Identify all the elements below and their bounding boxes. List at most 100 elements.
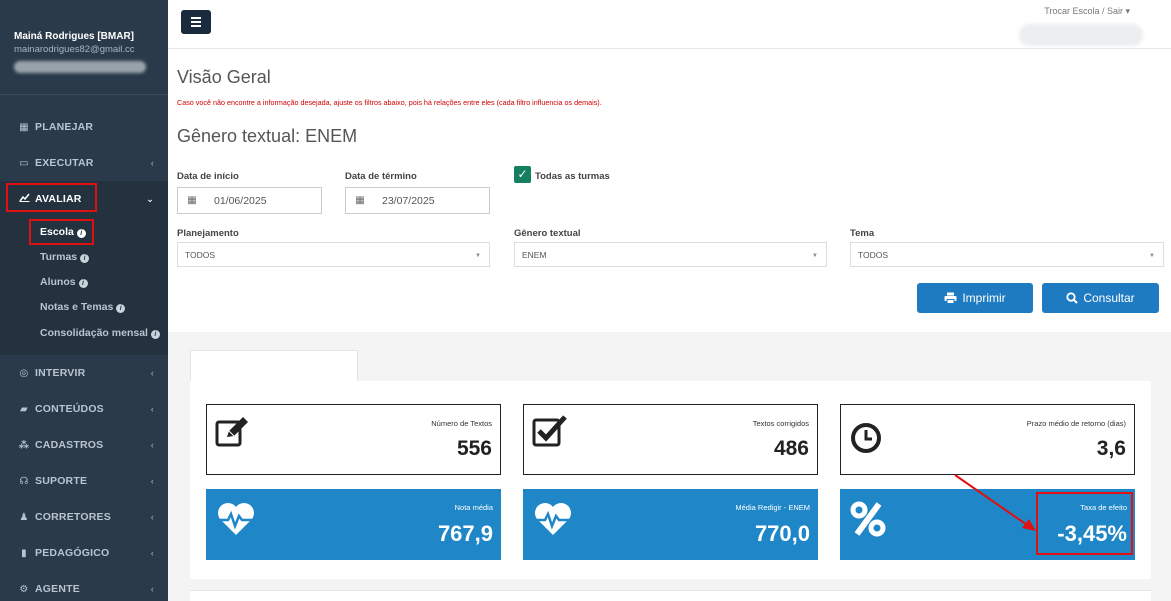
dashboard-tab[interactable]	[190, 350, 358, 382]
calendar-icon: ▦	[187, 195, 197, 206]
sub-turmas[interactable]: Turmas i	[40, 251, 90, 263]
consult-label: Consultar	[1083, 291, 1135, 305]
highlight-avaliar	[6, 183, 97, 212]
info-icon: i	[150, 330, 160, 339]
print-label: Imprimir	[962, 291, 1006, 305]
page-subtitle: Gênero textual: ENEM	[177, 126, 358, 146]
filter-warning: Caso você não encontre a informação dese…	[177, 98, 602, 107]
card-nota-media-label: Nota média	[454, 503, 493, 512]
calendar-icon: ▦	[355, 195, 365, 206]
sub-turmas-label: Turmas	[40, 251, 78, 263]
nav-corretores-label: CORRETORES	[35, 511, 111, 523]
nav-planejar[interactable]: ▦ PLANEJAR	[0, 109, 168, 145]
nav-cadastros[interactable]: ⁂ CADASTROS ‹	[0, 427, 168, 463]
chevron-down-icon: ⌄	[146, 193, 154, 204]
switch-school-link[interactable]: Trocar Escola / Sair ▾	[1044, 6, 1130, 17]
bottom-panel	[190, 590, 1151, 601]
info-icon: i	[116, 304, 126, 313]
card-prazo-medio: Prazo médio de retorno (dias) 3,6	[840, 404, 1135, 475]
caret-down-icon: ▼	[475, 253, 481, 259]
chevron-left-icon: ‹	[150, 584, 154, 594]
end-date-value: 23/07/2025	[382, 194, 435, 207]
redacted-info	[1019, 24, 1143, 46]
nav-executar[interactable]: ▭ EXECUTAR ‹	[0, 145, 168, 181]
nav-intervir-label: INTERVIR	[35, 367, 86, 379]
card-prazo-medio-label: Prazo médio de retorno (dias)	[1026, 419, 1126, 428]
gears-icon: ⚙	[19, 583, 29, 595]
planejamento-select[interactable]: TODOS ▼	[177, 242, 490, 267]
chevron-left-icon: ‹	[150, 440, 154, 450]
start-date-input[interactable]: ▦ 01/06/2025	[177, 187, 322, 214]
nav-conteudos[interactable]: ▰ CONTEÚDOS ‹	[0, 391, 168, 427]
card-media-redigir-value: 770,0	[754, 521, 810, 546]
all-classes-label: Todas as turmas	[535, 171, 610, 182]
card-numero-textos-value: 556	[456, 437, 492, 460]
card-textos-corrigidos-label: Textos corrigidos	[752, 419, 809, 428]
search-icon	[1066, 292, 1079, 304]
end-date-label: Data de término	[345, 171, 417, 182]
chevron-left-icon: ‹	[150, 404, 154, 414]
caret-down-icon: ▼	[1149, 253, 1155, 259]
heartbeat-icon	[218, 503, 254, 535]
planejamento-value: TODOS	[185, 250, 216, 260]
sidebar: Mainá Rodrigues [BMAR] mainarodrigues82@…	[0, 0, 168, 601]
start-date-label: Data de início	[177, 171, 239, 182]
highlight-escola	[29, 219, 94, 245]
nav-agente-label: AGENTE	[35, 583, 80, 595]
dashboard-panel: Número de Textos 556 Textos corrigidos 4…	[190, 381, 1151, 579]
nav-suporte-label: SUPORTE	[35, 475, 88, 487]
nav-agente[interactable]: ⚙ AGENTE ‹	[0, 571, 168, 601]
sitemap-icon: ⁂	[18, 439, 30, 451]
genero-label: Gênero textual	[514, 228, 581, 239]
page-title: Visão Geral	[177, 67, 271, 87]
nav-suporte[interactable]: ☊ SUPORTE ‹	[0, 463, 168, 499]
card-numero-textos: Número de Textos 556	[206, 404, 501, 475]
nav-intervir[interactable]: ◎ INTERVIR ‹	[0, 355, 168, 391]
card-media-redigir-label: Média Redigir - ENEM	[735, 503, 810, 512]
highlight-taxa-efeito	[1036, 492, 1133, 555]
nav-cadastros-label: CADASTROS	[35, 439, 104, 451]
redacted-info	[14, 61, 146, 73]
consult-button[interactable]: Consultar	[1042, 283, 1159, 313]
card-nota-media-value: 767,9	[437, 521, 493, 546]
target-icon: ◎	[19, 367, 29, 379]
genero-value: ENEM	[522, 250, 547, 260]
sub-alunos[interactable]: Alunos i	[40, 276, 88, 288]
nav-pedagogico-label: PEDAGÓGICO	[35, 547, 110, 559]
sub-consolidacao[interactable]: Consolidação mensal i	[40, 327, 160, 339]
topbar: Trocar Escola / Sair ▾	[168, 0, 1171, 49]
sub-alunos-label: Alunos	[40, 276, 76, 288]
tema-label: Tema	[850, 228, 875, 239]
card-numero-textos-label: Número de Textos	[431, 419, 492, 428]
nav-planejar-label: PLANEJAR	[35, 121, 94, 133]
nav-corretores[interactable]: ♟ CORRETORES ‹	[0, 499, 168, 535]
user-box: Mainá Rodrigues [BMAR] mainarodrigues82@…	[0, 0, 168, 95]
nav-executar-label: EXECUTAR	[35, 157, 94, 169]
caret-down-icon: ▼	[812, 253, 818, 259]
info-icon: i	[80, 254, 90, 263]
chevron-left-icon: ‹	[150, 512, 154, 522]
heartbeat-icon	[535, 503, 571, 535]
card-media-redigir: Média Redigir - ENEM 770,0	[523, 489, 818, 560]
print-button[interactable]: Imprimir	[917, 283, 1033, 313]
sub-notas[interactable]: Notas e Temas i	[40, 301, 126, 313]
card-prazo-medio-value: 3,6	[1096, 437, 1126, 460]
hamburger-button[interactable]	[181, 10, 211, 34]
user-name: Mainá Rodrigues [BMAR]	[14, 31, 134, 42]
info-icon: i	[78, 279, 88, 288]
nav-pedagogico[interactable]: ▮ PEDAGÓGICO ‹	[0, 535, 168, 571]
nav-conteudos-label: CONTEÚDOS	[35, 403, 104, 415]
planejamento-label: Planejamento	[177, 228, 239, 239]
clock-icon	[851, 423, 881, 453]
genero-select[interactable]: ENEM ▼	[514, 242, 827, 267]
tema-value: TODOS	[858, 250, 889, 260]
all-classes-checkbox[interactable]: ✓	[514, 166, 531, 183]
filters-panel: Visão Geral Caso você não encontre a inf…	[168, 49, 1171, 332]
sub-notas-label: Notas e Temas	[40, 301, 114, 313]
folder-icon: ▰	[20, 403, 28, 415]
card-nota-media: Nota média 767,9	[206, 489, 501, 560]
end-date-input[interactable]: ▦ 23/07/2025	[345, 187, 490, 214]
print-icon	[944, 292, 957, 304]
sub-consolidacao-label: Consolidação mensal	[40, 327, 148, 339]
tema-select[interactable]: TODOS ▼	[850, 242, 1164, 267]
